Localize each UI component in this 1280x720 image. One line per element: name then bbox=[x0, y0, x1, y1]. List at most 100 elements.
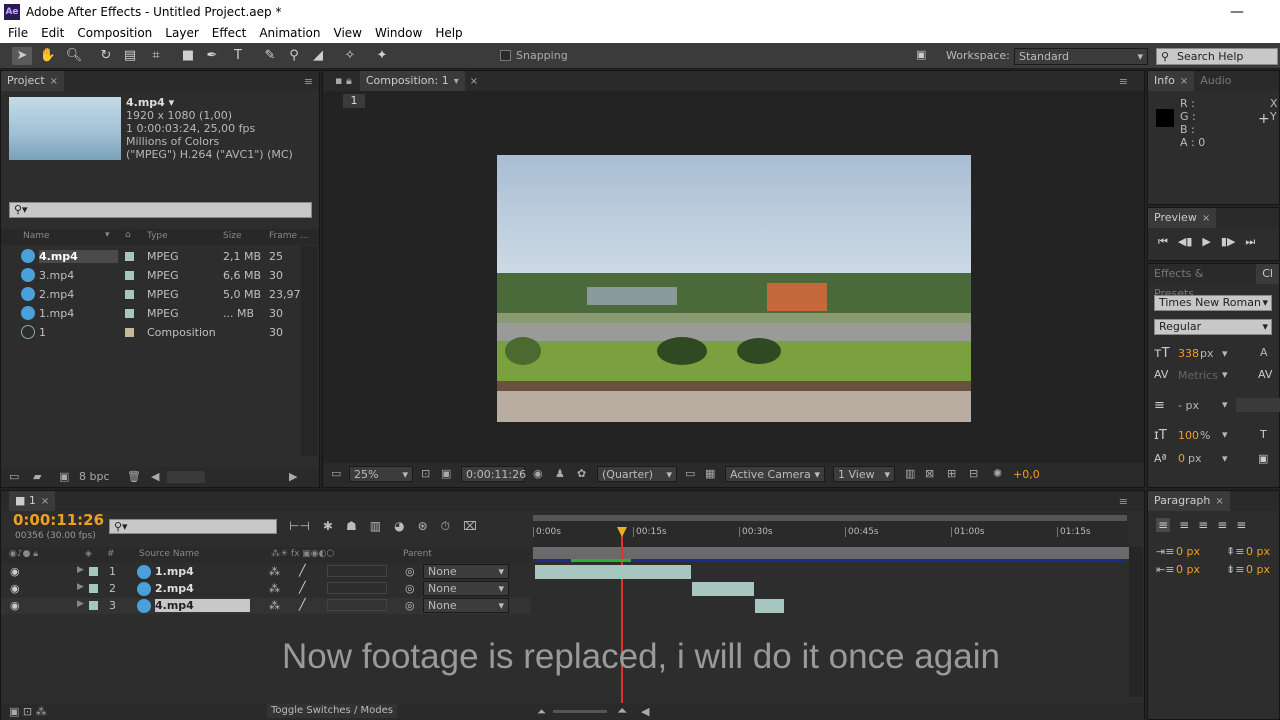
selected-item-name[interactable]: 4.mp4 ▾ bbox=[126, 96, 293, 109]
scroll-left-icon[interactable]: ◀ bbox=[151, 470, 159, 483]
color-channels-icon[interactable]: ✿ bbox=[577, 467, 586, 480]
project-search-input[interactable]: ⚲▾ bbox=[9, 202, 312, 218]
switches-cells[interactable] bbox=[327, 582, 387, 594]
toggle-switches-modes-button[interactable]: Toggle Switches / Modes bbox=[267, 704, 397, 718]
toggle-pixel-icon[interactable]: ▥ bbox=[905, 467, 915, 480]
layer-bar-3[interactable] bbox=[755, 599, 784, 613]
camera-dropdown[interactable]: Active Camera ▾ bbox=[725, 466, 825, 482]
resolution-dropdown[interactable]: (Quarter) ▾ bbox=[597, 466, 677, 482]
brush-tool-icon[interactable]: ✎ bbox=[260, 47, 280, 65]
last-frame-icon[interactable]: ⏭ bbox=[1245, 235, 1255, 249]
list-item[interactable]: 1 Composition 30 bbox=[1, 323, 301, 341]
draft-3d-icon[interactable]: ✱ bbox=[323, 519, 333, 534]
tab-character[interactable]: Cl bbox=[1256, 264, 1279, 284]
column-size[interactable]: Size bbox=[223, 231, 241, 241]
show-snapshot-icon[interactable]: ♟ bbox=[555, 467, 565, 480]
bpc-label[interactable]: 8 bpc bbox=[79, 470, 110, 483]
tab-audio[interactable]: Audio bbox=[1194, 71, 1237, 91]
layer-bar-1[interactable] bbox=[535, 565, 691, 579]
menu-file[interactable]: File bbox=[0, 26, 33, 40]
new-composition-icon[interactable]: ▣ bbox=[59, 470, 69, 483]
label-swatch[interactable] bbox=[125, 290, 134, 299]
panel-menu-icon[interactable]: ≡ bbox=[1119, 495, 1128, 508]
label-swatch[interactable] bbox=[89, 601, 98, 610]
space-after-value[interactable]: 0 px bbox=[1246, 563, 1270, 576]
baseline-shift-value[interactable]: 0 bbox=[1178, 452, 1185, 465]
timeline-search-input[interactable]: ⚲▾ bbox=[109, 519, 277, 534]
chevron-down-icon[interactable]: ▾ bbox=[1222, 347, 1228, 360]
panel-menu-icon[interactable]: ≡ bbox=[1119, 75, 1128, 88]
exposure-icon[interactable]: ✺ bbox=[993, 467, 1002, 480]
shy-layers-icon[interactable]: ☗ bbox=[346, 519, 357, 534]
label-swatch[interactable] bbox=[125, 328, 134, 337]
first-line-indent-value[interactable]: 0 px bbox=[1176, 563, 1200, 576]
eye-icon[interactable]: ◉ bbox=[10, 565, 20, 578]
chevron-down-icon[interactable]: ▾ bbox=[1222, 398, 1228, 411]
prev-frame-icon[interactable]: ◀▮ bbox=[1178, 235, 1193, 249]
label-swatch[interactable] bbox=[89, 567, 98, 576]
align-left-icon[interactable]: ≡ bbox=[1156, 518, 1171, 532]
vertical-scale-value[interactable]: 100 bbox=[1178, 429, 1199, 442]
work-area-bar[interactable] bbox=[533, 515, 1127, 521]
roto-brush-tool-icon[interactable]: ✧ bbox=[340, 47, 360, 65]
tab-timeline-comp[interactable]: ■ 1 × bbox=[9, 491, 56, 511]
expand-arrow-icon[interactable]: ▶ bbox=[77, 582, 84, 592]
shy-switch-icon[interactable]: ⁂ bbox=[269, 599, 280, 612]
timeline-timecode[interactable]: 0:00:11:26 bbox=[13, 511, 104, 529]
indent-left-value[interactable]: 0 px bbox=[1176, 545, 1200, 558]
tab-preview[interactable]: Preview × bbox=[1148, 208, 1217, 228]
new-folder-icon[interactable]: ▰ bbox=[33, 470, 41, 483]
comp-mini-flowchart-icon[interactable]: ⊢⊣ bbox=[289, 519, 310, 534]
table-row[interactable]: ◉ ▶ 1 1.mp4 ⁂ ╱ ◎ None ▾ bbox=[1, 564, 531, 580]
horizontal-scroll-thumb[interactable] bbox=[167, 471, 205, 483]
parent-pickwhip-icon[interactable]: ◎ bbox=[405, 565, 415, 578]
camera-tool-icon[interactable]: ▤ bbox=[120, 47, 140, 65]
tab-composition[interactable]: Composition: 1 ▾ bbox=[359, 71, 465, 91]
fit-icon[interactable]: ⊡ bbox=[421, 467, 430, 480]
zoom-dropdown[interactable]: 25% ▾ bbox=[349, 466, 413, 482]
comp-subtab[interactable]: 1 bbox=[343, 94, 365, 108]
table-row[interactable]: ◉ ▶ 3 4.mp4 ⁂ ╱ ◎ None ▾ bbox=[1, 598, 531, 614]
align-center-icon[interactable]: ≡ bbox=[1179, 518, 1189, 532]
stroke-width-value[interactable]: - px bbox=[1178, 399, 1199, 412]
kerning-value[interactable]: Metrics bbox=[1178, 369, 1218, 382]
snapshot-icon[interactable]: ◉ bbox=[533, 467, 543, 480]
parent-dropdown[interactable]: None ▾ bbox=[423, 598, 509, 613]
pen-tool-icon[interactable]: ✒ bbox=[202, 47, 222, 65]
transparency-grid-icon[interactable]: ▦ bbox=[705, 467, 715, 480]
font-style-dropdown[interactable]: Regular ▾ bbox=[1154, 319, 1272, 335]
justify-last-left-icon[interactable]: ≡ bbox=[1217, 518, 1227, 532]
project-scrollbar[interactable] bbox=[301, 246, 317, 456]
clone-stamp-tool-icon[interactable]: ⚲ bbox=[284, 47, 304, 65]
column-type[interactable]: Type bbox=[147, 231, 168, 241]
label-swatch[interactable] bbox=[125, 271, 134, 280]
label-swatch[interactable] bbox=[125, 252, 134, 261]
menu-help[interactable]: Help bbox=[427, 26, 467, 40]
chevron-down-icon[interactable]: ▾ bbox=[1222, 428, 1228, 441]
zoom-tool-icon[interactable]: 🔍︎ bbox=[64, 47, 84, 65]
hand-tool-icon[interactable]: ✋ bbox=[38, 47, 58, 65]
layer-name[interactable]: 2.mp4 bbox=[155, 582, 194, 595]
switches-cells[interactable] bbox=[327, 599, 387, 611]
views-dropdown[interactable]: 1 View ▾ bbox=[833, 466, 895, 482]
motion-blur-icon[interactable]: ◕ bbox=[394, 519, 404, 534]
region-of-interest-icon[interactable]: ▭ bbox=[685, 467, 695, 480]
chevron-down-icon[interactable]: ▾ bbox=[1222, 452, 1228, 465]
menu-layer[interactable]: Layer bbox=[157, 26, 203, 40]
parent-pickwhip-icon[interactable]: ◎ bbox=[405, 582, 415, 595]
layer-switches-icon[interactable]: ▣ ⊡ ⁂ bbox=[9, 705, 47, 718]
column-parent[interactable]: Parent bbox=[403, 549, 432, 559]
trash-icon[interactable]: 🗑︎ bbox=[127, 470, 141, 483]
minimize-button[interactable]: — bbox=[1230, 4, 1244, 20]
pan-behind-tool-icon[interactable]: ⌗ bbox=[146, 47, 166, 65]
lock-icon[interactable]: ▪ 🔒︎ bbox=[335, 74, 352, 88]
selection-tool-icon[interactable]: ➤ bbox=[12, 47, 32, 65]
parent-dropdown[interactable]: None ▾ bbox=[423, 564, 509, 579]
always-preview-icon[interactable]: ▭ bbox=[331, 467, 341, 480]
list-item[interactable]: 1.mp4 MPEG ... MB 30 bbox=[1, 304, 301, 322]
switches-cells[interactable] bbox=[327, 565, 387, 577]
quality-switch-icon[interactable]: ╱ bbox=[299, 564, 306, 577]
expand-arrow-icon[interactable]: ▶ bbox=[77, 565, 84, 575]
space-before-value[interactable]: 0 px bbox=[1246, 545, 1270, 558]
label-swatch[interactable] bbox=[89, 584, 98, 593]
